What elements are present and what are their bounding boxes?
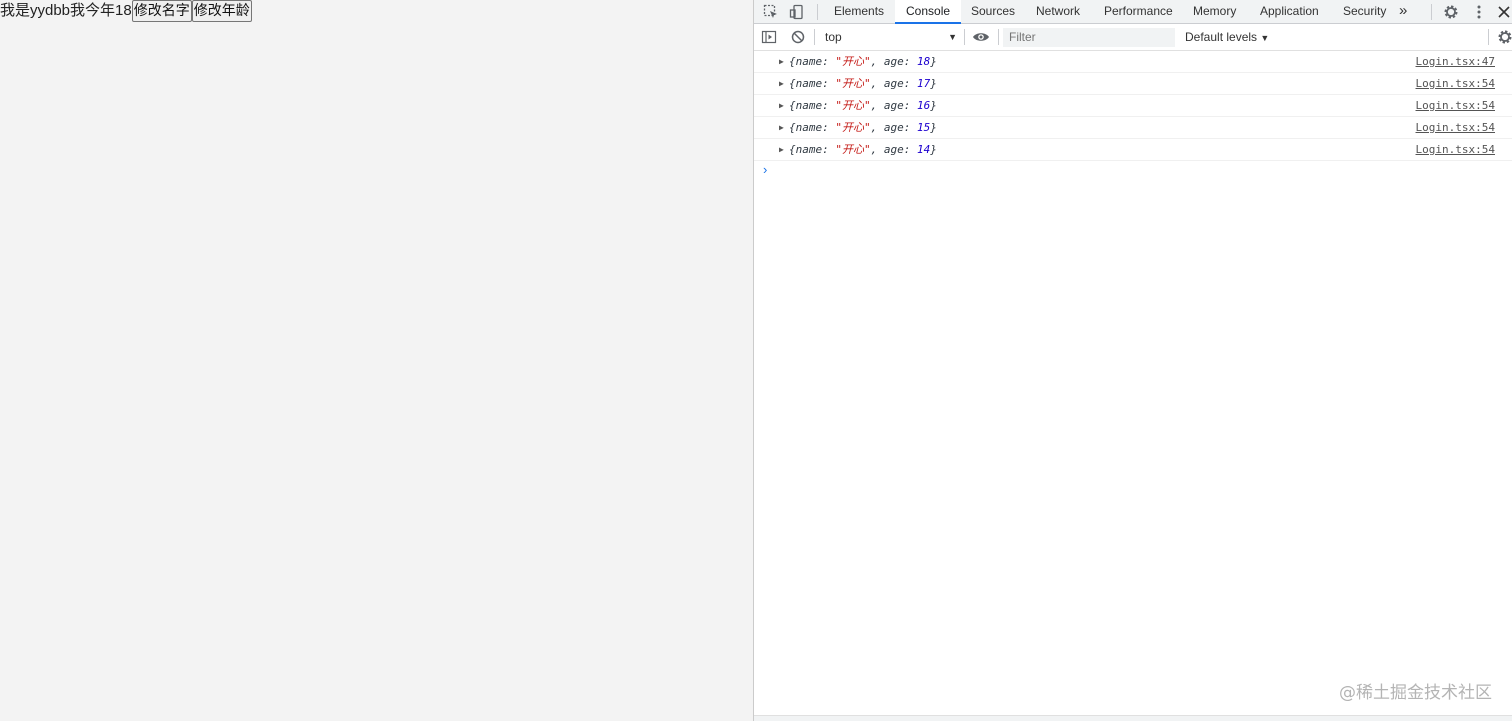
logged-object[interactable]: {name: "开心", age: 14} — [789, 139, 937, 161]
devtools-panel: Elements Console Sources Network Perform… — [753, 0, 1512, 721]
logged-object[interactable]: {name: "开心", age: 17} — [789, 73, 937, 95]
page-content: 我是yydbb我今年18 修改名字 修改年龄 — [0, 0, 252, 22]
filter-input[interactable] — [1003, 28, 1175, 47]
tab-performance[interactable]: Performance — [1093, 0, 1184, 23]
clear-console-icon[interactable] — [789, 28, 807, 46]
watermark: @稀土掘金技术社区 — [1339, 683, 1492, 703]
tab-console[interactable]: Console — [895, 0, 962, 24]
greeting-text: 我是yydbb我今年18 — [0, 2, 132, 19]
change-age-button[interactable]: 修改年龄 — [191, 0, 252, 22]
console-prompt[interactable]: › — [754, 161, 1512, 181]
chevron-down-icon: ▼ — [1260, 33, 1270, 43]
kebab-menu-icon[interactable] — [1470, 3, 1488, 21]
web-page: 我是yydbb我今年18 修改名字 修改年龄 — [0, 0, 753, 721]
source-link[interactable]: Login.tsx:54 — [1416, 139, 1495, 161]
chevron-down-icon: ▼ — [948, 32, 957, 42]
device-toolbar-icon[interactable] — [788, 3, 806, 21]
tabbar-divider — [817, 4, 818, 20]
inspect-element-icon[interactable] — [762, 3, 780, 21]
context-selector[interactable]: top ▼ — [818, 27, 962, 47]
tabbar-divider — [1431, 4, 1432, 20]
expand-triangle-icon[interactable]: ▶ — [779, 73, 784, 95]
console-message[interactable]: ▶ {name: "开心", age: 15} Login.tsx:54 — [754, 117, 1512, 139]
console-message[interactable]: ▶ {name: "开心", age: 18} Login.tsx:47 — [754, 51, 1512, 73]
prompt-chevron-icon: › — [763, 162, 768, 177]
expand-triangle-icon[interactable]: ▶ — [779, 51, 784, 73]
toolbar-divider — [998, 29, 999, 45]
settings-gear-icon[interactable] — [1442, 3, 1460, 21]
eye-icon[interactable] — [972, 28, 990, 46]
source-link[interactable]: Login.tsx:47 — [1416, 51, 1495, 73]
change-name-button[interactable]: 修改名字 — [131, 0, 192, 22]
toolbar-divider — [964, 29, 965, 45]
close-icon[interactable] — [1495, 3, 1512, 21]
tab-security[interactable]: Security — [1332, 0, 1397, 23]
toolbar-divider — [814, 29, 815, 45]
tab-memory[interactable]: Memory — [1182, 0, 1247, 23]
log-levels-dropdown[interactable]: Default levels ▼ — [1185, 27, 1269, 47]
log-levels-label: Default levels — [1185, 30, 1258, 44]
expand-triangle-icon[interactable]: ▶ — [779, 139, 784, 161]
console-messages: ▶ {name: "开心", age: 18} Login.tsx:47 ▶ {… — [754, 51, 1512, 181]
expand-triangle-icon[interactable]: ▶ — [779, 95, 784, 117]
source-link[interactable]: Login.tsx:54 — [1416, 73, 1495, 95]
devtools-bottom-bar — [754, 715, 1512, 721]
logged-object[interactable]: {name: "开心", age: 18} — [789, 51, 937, 73]
tab-sources[interactable]: Sources — [960, 0, 1026, 23]
context-value: top — [825, 30, 842, 44]
source-link[interactable]: Login.tsx:54 — [1416, 117, 1495, 139]
sidebar-toggle-icon[interactable] — [760, 28, 778, 46]
tab-application[interactable]: Application — [1249, 0, 1330, 23]
console-message[interactable]: ▶ {name: "开心", age: 17} Login.tsx:54 — [754, 73, 1512, 95]
tab-network[interactable]: Network — [1025, 0, 1091, 23]
toolbar-divider — [1488, 29, 1489, 45]
logged-object[interactable]: {name: "开心", age: 15} — [789, 117, 937, 139]
devtools-tabbar: Elements Console Sources Network Perform… — [754, 0, 1512, 24]
console-message[interactable]: ▶ {name: "开心", age: 14} Login.tsx:54 — [754, 139, 1512, 161]
source-link[interactable]: Login.tsx:54 — [1416, 95, 1495, 117]
expand-triangle-icon[interactable]: ▶ — [779, 117, 784, 139]
more-tabs-icon[interactable]: » — [1395, 0, 1411, 23]
tab-elements[interactable]: Elements — [823, 0, 895, 23]
logged-object[interactable]: {name: "开心", age: 16} — [789, 95, 937, 117]
console-settings-icon[interactable] — [1496, 28, 1512, 46]
console-toolbar: top ▼ Default levels ▼ — [754, 24, 1512, 51]
console-message[interactable]: ▶ {name: "开心", age: 16} Login.tsx:54 — [754, 95, 1512, 117]
